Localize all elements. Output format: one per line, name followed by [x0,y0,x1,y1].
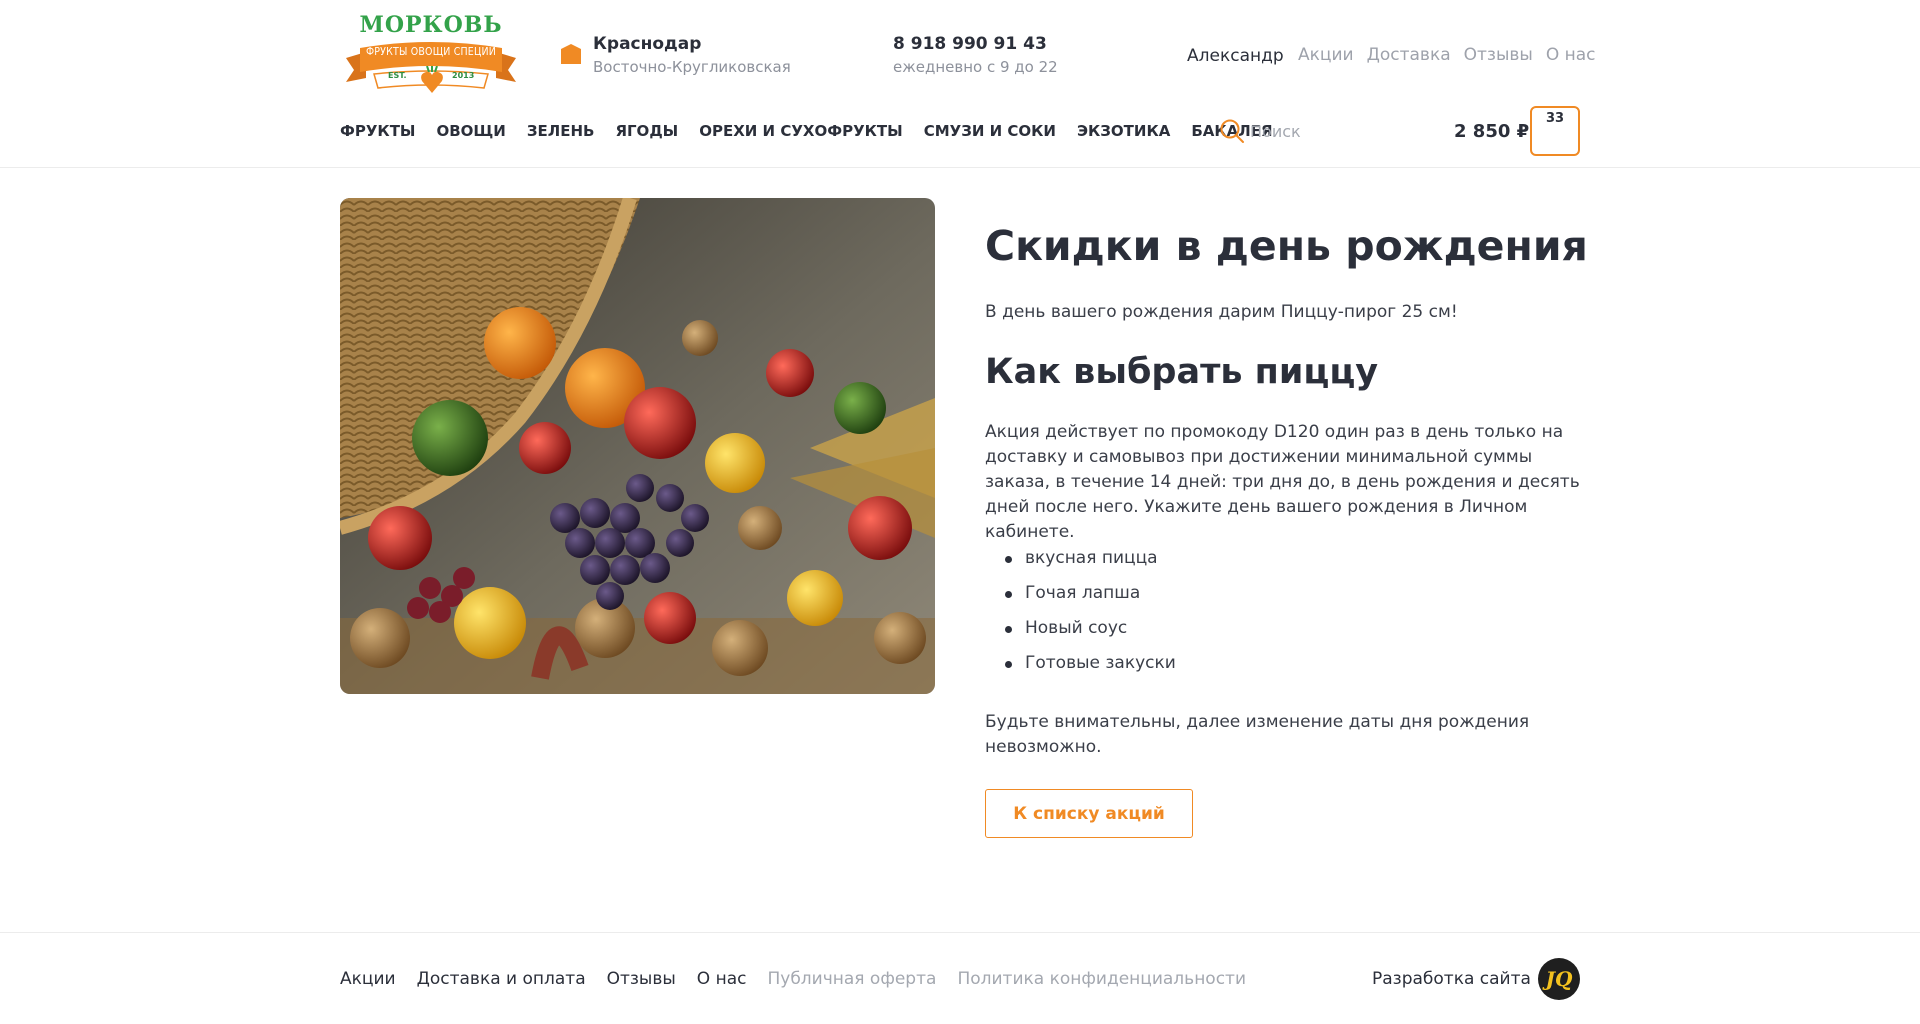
phone-link[interactable]: 8 918 990 91 43 [893,34,1047,54]
page-title: Скидки в день рождения [985,222,1588,270]
developer-label[interactable]: Разработка сайта [1372,969,1531,989]
top-nav-promotions[interactable]: Акции [1298,45,1354,65]
category-fruits[interactable]: ФРУКТЫ [340,122,415,140]
footer-link-offer[interactable]: Публичная оферта [767,969,936,989]
features-list: вкусная пицца Гочая лапша Новый соус Гот… [985,548,1176,688]
category-berries[interactable]: ЯГОДЫ [615,122,678,140]
logo-subtitle: ФРУКТЫ ОВОЩИ СПЕЦИИ [365,46,497,58]
logo-year: 2013 [452,71,475,80]
category-greens[interactable]: ЗЕЛЕНЬ [527,122,595,140]
footer-divider [0,932,1920,933]
category-nuts[interactable]: ОРЕХИ И СУХОФРУКТЫ [699,122,902,140]
working-hours: ежедневно с 9 до 22 [893,58,1058,76]
top-nav-delivery[interactable]: Доставка [1367,45,1451,65]
footer-link-about[interactable]: О нас [697,969,747,989]
category-smoothies[interactable]: СМУЗИ И СОКИ [924,122,1056,140]
search-icon[interactable] [1219,118,1245,144]
top-nav-about[interactable]: О нас [1546,45,1596,65]
carrot-heart-icon [421,66,443,93]
category-vegetables[interactable]: ОВОЩИ [436,122,505,140]
promo-image [340,198,935,694]
footer-link-promotions[interactable]: Акции [340,969,396,989]
logo-est: EST. [388,71,407,80]
logo-title: МОРКОВЬ [359,12,503,38]
warning-text: Будьте внимательны, далее изменение даты… [985,712,1530,757]
category-exotic[interactable]: ЭКЗОТИКА [1077,122,1170,140]
cornucopia-image [340,198,935,694]
back-to-promotions-button[interactable]: К списку акций [985,789,1193,838]
developer-logo[interactable]: JQ [1538,958,1580,1000]
search-input[interactable] [1250,117,1430,145]
site-logo[interactable]: МОРКОВЬ ФРУКТЫ ОВОЩИ СПЕЦИИ EST. 2013 [340,12,522,96]
list-item: вкусная пицца [985,548,1176,583]
city-selector[interactable]: Краснодар [593,34,701,54]
footer-nav: Акции Доставка и оплата Отзывы О нас Пуб… [340,969,1246,989]
top-nav-reviews[interactable]: Отзывы [1464,45,1533,65]
house-icon [561,44,581,64]
category-nav: ФРУКТЫ ОВОЩИ ЗЕЛЕНЬ ЯГОДЫ ОРЕХИ И СУХОФР… [340,122,1273,140]
district-label: Восточно-Кругликовская [593,58,791,76]
list-item: Гочая лапша [985,583,1176,618]
footer-link-privacy[interactable]: Политика конфиденциальности [957,969,1246,989]
top-nav: Акции Доставка Отзывы О нас [1298,45,1596,65]
footer-link-delivery[interactable]: Доставка и оплата [417,969,586,989]
footer-link-reviews[interactable]: Отзывы [607,969,676,989]
user-account-link[interactable]: Александр [1187,46,1284,66]
section-heading: Как выбрать пиццу [985,352,1379,392]
list-item: Готовые закуски [985,653,1176,688]
header-divider [0,167,1920,168]
list-item: Новый соус [985,618,1176,653]
cart-button[interactable]: 33 [1530,106,1580,156]
cart-count-badge: 33 [1545,111,1565,126]
promo-description: Акция действует по промокоду D120 один р… [985,422,1580,542]
intro-text: В день вашего рождения дарим Пиццу-пирог… [985,302,1458,322]
cart-total[interactable]: 2 850 ₽ [1454,121,1529,142]
